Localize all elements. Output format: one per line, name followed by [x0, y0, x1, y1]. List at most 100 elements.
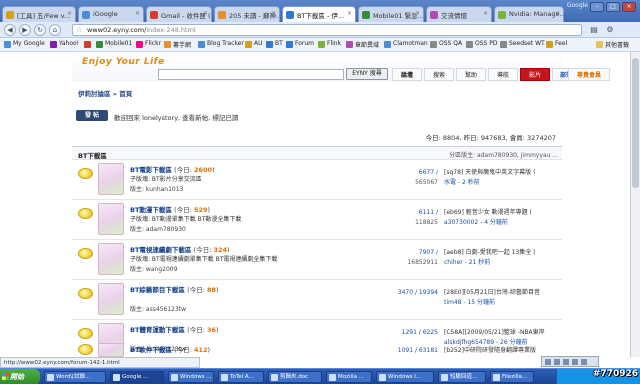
post-button[interactable]: 發 帖	[76, 110, 108, 121]
last-post-user[interactable]: tim48 - 15 分鐘前	[444, 298, 560, 308]
browser-tab[interactable]: 交流情懷 ×	[426, 6, 492, 22]
ime-icon[interactable]	[563, 359, 569, 365]
taskbar-item[interactable]: Word\[試錄...	[44, 371, 106, 383]
reload-icon[interactable]: ↻	[34, 24, 46, 36]
taskbar-item[interactable]: Mozilla ...	[326, 371, 372, 383]
menu-navigation[interactable]: 導航	[488, 68, 518, 81]
menu-forum[interactable]: 論壇	[392, 68, 422, 81]
last-post-title[interactable]: [sq78] 天使與魔鬼中英文字幕版 (	[444, 168, 560, 178]
menu-video[interactable]: 影片	[520, 68, 550, 81]
home-icon[interactable]: ⌂	[49, 24, 61, 36]
last-post-title[interactable]: [C58A][2009/05/21]籃球 -NBA東岸	[444, 328, 560, 338]
bookmark-item[interactable]: Yahoo!	[50, 40, 79, 48]
browser-tab[interactable]: Mobile01 緊急... ×	[358, 6, 424, 22]
bookmark-favicon-icon	[430, 41, 437, 48]
page-menu-icon[interactable]: ▤	[588, 24, 600, 36]
bookmark-item[interactable]: Seedset WT	[500, 40, 545, 48]
tab-close-icon[interactable]: ×	[67, 10, 72, 17]
forum-thumbnail[interactable]	[98, 283, 124, 315]
bookmark-item[interactable]: 薯芋網	[164, 40, 191, 49]
taskbar-item[interactable]: Windows ...	[168, 371, 214, 383]
last-post-title[interactable]: [eb69] 輕音少女 動漫週年專題 (	[444, 208, 560, 218]
taskbar-item[interactable]: Windows I...	[376, 371, 434, 383]
last-post-user[interactable]: 水電 - 2 秒前	[444, 178, 560, 188]
wrench-icon[interactable]: ⚙	[604, 24, 616, 36]
site-search-button[interactable]: EYNY 搜尋	[346, 68, 388, 80]
last-post-user[interactable]: a30730002 - 4 分鐘前	[444, 218, 560, 228]
ime-icon[interactable]	[572, 359, 578, 365]
taskbar-item[interactable]: Google ...	[110, 371, 164, 383]
forum-thumbnail[interactable]	[98, 243, 124, 275]
ime-icon[interactable]	[554, 359, 560, 365]
bookmark-item[interactable]: AU	[245, 40, 263, 48]
tab-close-icon[interactable]: ×	[483, 10, 488, 17]
page-content: Enjoy Your Life EYNY 搜尋 論壇 搜索 幫助 導航 影片 部…	[0, 52, 630, 357]
forum-name[interactable]: BT電影下載區	[130, 166, 172, 174]
ime-icon[interactable]	[545, 359, 551, 365]
browser-tab[interactable]: 205 未讀 - 蘇神... ×	[214, 6, 280, 22]
bookmark-item[interactable]: My Google	[4, 40, 45, 48]
scrollbar-thumb[interactable]	[632, 58, 639, 188]
site-logo[interactable]: Enjoy Your Life	[82, 57, 165, 67]
last-post-title[interactable]: [b252]中研院研發隨身翻譯專業版	[444, 346, 560, 356]
bookmark-item[interactable]: BT	[266, 40, 283, 48]
menu-help[interactable]: 幫助	[456, 68, 486, 81]
menu-vip[interactable]: 尊貴會員	[568, 68, 610, 81]
forum-thumbnail[interactable]	[98, 203, 124, 235]
section-title[interactable]: BT下載區	[78, 150, 107, 160]
taskbar-item[interactable]: ToTel A...	[218, 371, 264, 383]
last-post-title[interactable]: [28E0][05月21日]台灣-綜藝節目音	[444, 288, 560, 298]
page-scrollbar[interactable]	[630, 52, 640, 357]
bookmark-item[interactable]: Flickr	[136, 40, 161, 48]
tab-close-icon[interactable]: ×	[203, 10, 208, 17]
forum-name[interactable]: BT電視連續劇下載區	[130, 246, 191, 254]
browser-tab[interactable]: iGoogle ×	[78, 6, 144, 22]
taskbar-item[interactable]: Filezilla...	[490, 371, 534, 383]
tab-close-icon[interactable]: ×	[555, 10, 560, 17]
last-post-user[interactable]: chiher - 21 秒前	[444, 258, 560, 268]
bookmark-item[interactable]: Clamotman	[384, 40, 428, 48]
bookmark-item[interactable]: Forum	[286, 40, 314, 48]
tab-close-icon[interactable]: ×	[271, 10, 276, 17]
start-button[interactable]: 開始	[0, 369, 40, 384]
bookmark-item[interactable]: Mobile01	[96, 40, 132, 48]
forum-subforums[interactable]: 子版塊: BT動漫單集下載 BT動漫全集下載	[130, 214, 241, 223]
browser-tab-active[interactable]: BT下載區 - 伊... ×	[282, 6, 356, 22]
site-search-input[interactable]	[158, 69, 344, 80]
tab-close-icon[interactable]: ×	[415, 10, 420, 17]
breadcrumb[interactable]: 伊莉討論區 » 首頁	[78, 88, 132, 98]
browser-tab[interactable]: Gmail - 收件匣 (... ×	[146, 6, 212, 22]
back-arrow-icon[interactable]: ◀	[4, 24, 16, 36]
browser-tab[interactable]: Nvidia: Manage... ×	[494, 6, 564, 22]
forum-name[interactable]: BT軟件下載區	[130, 346, 172, 354]
maximize-icon[interactable]: □	[606, 2, 620, 12]
bookmark-item[interactable]: 章節異域	[346, 40, 379, 49]
menu-search[interactable]: 搜索	[424, 68, 454, 81]
other-bookmarks[interactable]: 其他書籤	[596, 40, 629, 49]
forum-name[interactable]: BT體育運動下載區	[130, 326, 185, 334]
taskbar-item[interactable]: 剪輯夾.doc	[268, 371, 322, 383]
browser-tab[interactable]: [工具] 五/Few v... ×	[2, 6, 76, 22]
minimize-icon[interactable]: –	[590, 2, 604, 12]
bookmark-item[interactable]: Blog Tracker	[198, 40, 244, 48]
forum-thumbnail[interactable]	[98, 343, 124, 357]
last-post-title[interactable]: [aeb8] 白劇-愛我吧一起 13集全 (	[444, 248, 560, 258]
ime-icon[interactable]	[581, 359, 587, 365]
bookmark-star-icon[interactable]: ☆	[76, 25, 82, 35]
tab-close-icon[interactable]: ×	[347, 10, 352, 17]
forum-name[interactable]: BT綜藝節目下載區	[130, 286, 185, 294]
bookmark-item[interactable]: OSS PD	[466, 40, 498, 48]
bookmark-item[interactable]: Flink	[318, 40, 341, 48]
address-bar[interactable]: ☆ www02.eyny.com/index-248.html	[72, 24, 582, 36]
forum-thumbnail[interactable]	[98, 163, 124, 195]
close-window-icon[interactable]: ×	[622, 2, 636, 12]
taskbar-item[interactable]: 短驗回道...	[438, 371, 486, 383]
forum-subforums[interactable]: 子版塊: BT影片分享交流區	[130, 174, 202, 183]
forum-name[interactable]: BT動漫下載區	[130, 206, 172, 214]
language-bar[interactable]	[541, 356, 599, 367]
bookmark-item[interactable]: OSS QA	[430, 40, 462, 48]
bookmark-item[interactable]: Feel	[546, 40, 567, 48]
tab-close-icon[interactable]: ×	[135, 10, 140, 17]
forward-arrow-icon[interactable]: ▶	[19, 24, 31, 36]
forum-subforums[interactable]: 子版塊: BT電視連續劇單集下載 BT電視連續劇全集下載	[130, 254, 277, 263]
